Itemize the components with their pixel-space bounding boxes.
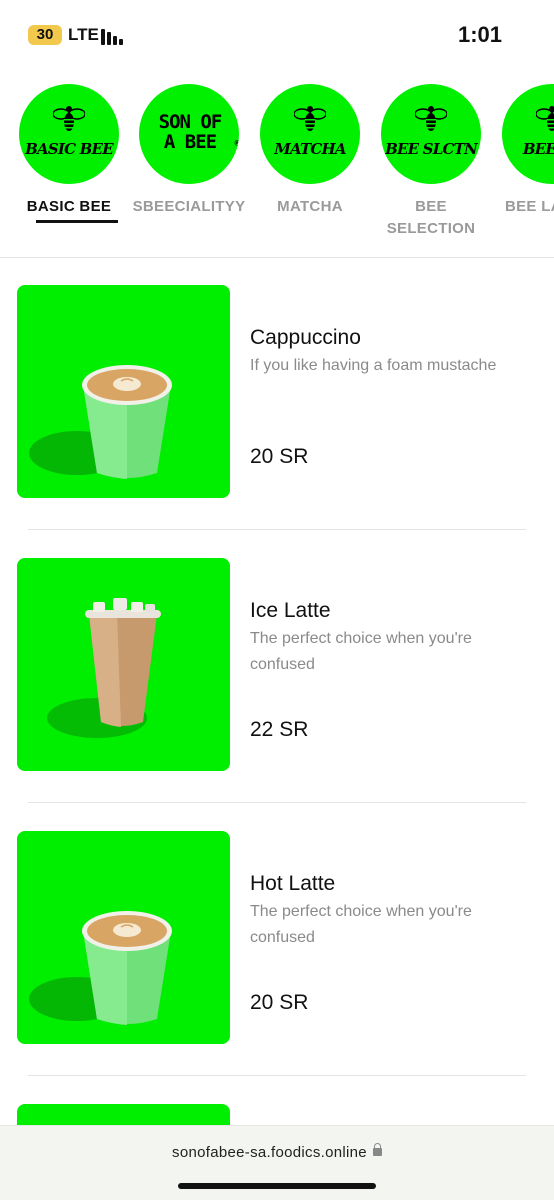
status-bar: 30 LTE 1:01: [0, 0, 554, 70]
bee-icon: [53, 106, 85, 131]
category-sbeecialityy[interactable]: SON OF A BEE ® SBEECIALITYY: [128, 78, 250, 248]
category-logo: SON OF A BEE ®: [139, 84, 239, 184]
item-name: Hot Latte: [250, 872, 336, 895]
divider: [28, 1075, 526, 1076]
url-text[interactable]: sonofabee-sa.foodics.online: [0, 1143, 554, 1161]
item-image: [17, 831, 230, 1044]
category-logo: BEE SLCTN: [381, 84, 481, 184]
divider: [0, 257, 554, 258]
bee-icon: [536, 106, 554, 131]
lock-icon: [372, 1143, 382, 1156]
son-of-a-bee-logo: SON OF A BEE ®: [158, 111, 239, 153]
category-logo-text: BEE SLCTN: [385, 140, 478, 158]
item-description: The perfect choice when you're confused: [250, 630, 472, 673]
item-price: 22 SR: [250, 718, 309, 741]
item-price: 20 SR: [250, 445, 309, 468]
divider: [28, 802, 526, 803]
battery-percentage: 30: [36, 26, 54, 43]
item-description: If you like having a foam mustache: [250, 357, 497, 374]
menu-item-ice-latte[interactable]: Ice Latte The perfect choice when you're…: [0, 558, 554, 788]
category-logo: BEE LA: [502, 84, 554, 184]
category-logo-text: BEE LA: [522, 140, 554, 158]
category-label: BASIC BEE: [26, 198, 112, 215]
item-name: Cappuccino: [250, 326, 361, 349]
item-image: [17, 558, 230, 771]
category-matcha[interactable]: MATCHA MATCHA: [249, 78, 371, 248]
category-basic-bee[interactable]: BASIC BEE BASIC BEE: [8, 78, 130, 248]
category-carousel[interactable]: BASIC BEE BASIC BEE SON OF A BEE ® SBEEC…: [0, 78, 554, 258]
category-label: BEE SELECTION: [386, 198, 476, 237]
clock: 1:01: [457, 22, 502, 47]
menu-item-cappuccino[interactable]: Cappuccino If you like having a foam mus…: [0, 285, 554, 515]
category-logo-text: MATCHA: [274, 140, 346, 158]
divider: [28, 529, 526, 530]
home-indicator[interactable]: [178, 1183, 376, 1189]
item-image: [17, 285, 230, 498]
category-label: BEE LA: [505, 198, 554, 215]
network-type: LTE: [68, 25, 99, 44]
bee-icon: [294, 106, 326, 131]
signal-icon: [101, 27, 127, 45]
category-logo: MATCHA: [260, 84, 360, 184]
active-category-underline: [36, 220, 118, 223]
bee-icon: [415, 106, 447, 131]
category-label: SBEECIALITYY: [132, 198, 246, 215]
hot-coffee-cup-image: [29, 365, 172, 479]
hot-coffee-cup-image: [29, 911, 172, 1025]
category-bee-selection[interactable]: BEE SLCTN BEE SELECTION: [370, 78, 492, 248]
browser-url-bar[interactable]: sonofabee-sa.foodics.online: [0, 1125, 554, 1200]
item-price: 20 SR: [250, 991, 309, 1014]
iced-coffee-cup-image: [47, 598, 161, 738]
item-description: The perfect choice when you're confused: [250, 903, 472, 946]
category-logo-text: BASIC BEE: [25, 140, 113, 158]
category-bee-la[interactable]: BEE LA BEE LA: [491, 78, 554, 248]
battery-icon: 30: [28, 25, 62, 45]
category-label: MATCHA: [277, 198, 343, 215]
category-logo: BASIC BEE: [19, 84, 119, 184]
menu-item-hot-latte[interactable]: Hot Latte The perfect choice when you're…: [0, 831, 554, 1061]
item-name: Ice Latte: [250, 599, 331, 622]
